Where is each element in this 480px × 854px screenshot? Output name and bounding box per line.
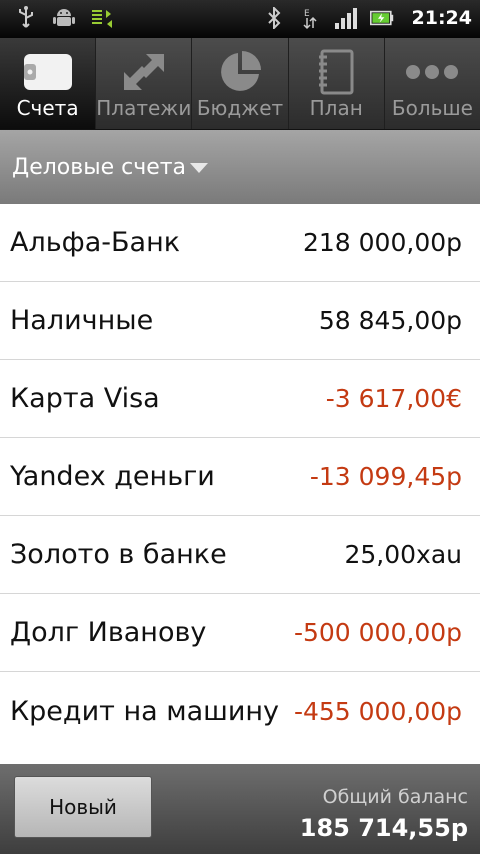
notebook-icon <box>304 49 368 95</box>
account-name: Наличные <box>10 305 154 336</box>
account-amount: 25,00xau <box>344 540 462 569</box>
account-amount: -13 099,45р <box>309 462 462 491</box>
total-balance-value: 185 714,55р <box>299 814 468 842</box>
status-time: 21:24 <box>411 7 472 29</box>
bluetooth-icon <box>262 6 286 30</box>
accounts-list: Альфа-Банк 218 000,00р Наличные 58 845,0… <box>0 204 480 764</box>
account-row[interactable]: Yandex деньги -13 099,45р <box>0 438 480 516</box>
account-name: Золото в банке <box>10 539 227 570</box>
account-amount: -500 000,00р <box>293 618 462 647</box>
transfer-arrows-icon <box>112 50 176 94</box>
account-row[interactable]: Долг Иванову -500 000,00р <box>0 594 480 672</box>
account-name: Долг Иванову <box>10 617 207 648</box>
tab-label: Бюджет <box>196 96 284 120</box>
battery-charging-icon <box>369 6 394 30</box>
account-row[interactable]: Кредит на машину -455 000,00р <box>0 672 480 750</box>
account-name: Альфа-Банк <box>10 227 181 258</box>
total-balance-label: Общий баланс <box>322 786 468 808</box>
account-row[interactable]: Наличные 58 845,00р <box>0 282 480 360</box>
account-group-selector[interactable]: Деловые счета <box>0 130 480 204</box>
account-amount: -3 617,00€ <box>325 384 462 413</box>
tab-label: Счета <box>16 96 79 120</box>
account-name: Кредит на машину <box>10 695 280 727</box>
wallet-icon <box>16 50 80 94</box>
tab-more[interactable]: Больше <box>383 38 480 129</box>
tab-bar: Счета Платежи Бюджет План Больше <box>0 38 480 130</box>
account-amount: 218 000,00р <box>302 228 462 257</box>
android-debug-icon <box>52 6 76 30</box>
tab-budget[interactable]: Бюджет <box>191 38 287 129</box>
account-row[interactable]: Карта Visa -3 617,00€ <box>0 360 480 438</box>
sync-icon <box>90 6 114 30</box>
footer-bar: Новый Общий баланс 185 714,55р <box>0 764 480 854</box>
dropdown-caret-icon <box>190 163 209 173</box>
tab-payments[interactable]: Платежи <box>95 38 191 129</box>
new-account-button[interactable]: Новый <box>14 776 152 838</box>
tab-label: Больше <box>391 96 473 120</box>
account-amount: -455 000,00р <box>293 696 462 726</box>
account-group-label: Деловые счета <box>12 154 187 180</box>
signal-icon <box>334 6 358 30</box>
account-row[interactable]: Альфа-Банк 218 000,00р <box>0 204 480 282</box>
account-name: Yandex деньги <box>10 461 215 492</box>
tab-accounts[interactable]: Счета <box>0 38 96 129</box>
usb-icon <box>14 6 38 30</box>
tab-plan[interactable]: План <box>287 38 384 129</box>
edge-data-icon: E <box>298 6 322 30</box>
status-bar: E 21:24 <box>0 0 480 38</box>
tab-label: План <box>309 96 363 120</box>
svg-text:E: E <box>304 9 310 19</box>
pie-chart-icon <box>208 50 272 94</box>
account-name: Карта Visa <box>10 383 160 414</box>
account-amount: 58 845,00р <box>318 306 462 335</box>
tab-label: Платежи <box>96 96 192 120</box>
more-dots-icon <box>400 50 464 94</box>
account-row[interactable]: Золото в банке 25,00xau <box>0 516 480 594</box>
